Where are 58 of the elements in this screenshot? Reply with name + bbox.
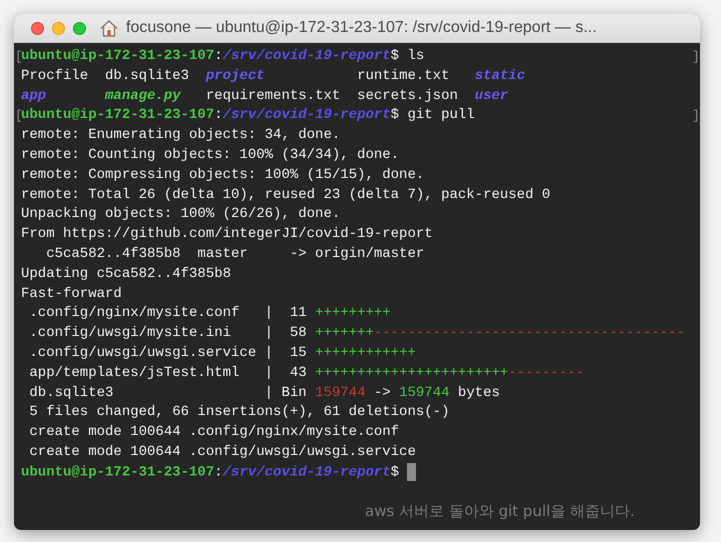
insertion-marks: +++++++++++++++++++++++ bbox=[315, 364, 508, 381]
output-text: .config/uwsgi/mysite.ini | 58 bbox=[28, 325, 308, 342]
output-text: : bbox=[214, 48, 223, 64]
window-title: focusone — ubuntu@ip-172-31-23-107: /srv/covid-19-report — s... bbox=[126, 18, 597, 38]
output-text: $ ls bbox=[390, 48, 424, 64]
output-text: create mode 100644 .config/uwsgi/uwsgi.service bbox=[28, 444, 416, 460]
output-text: create mode 100644 .config/nginx/mysite.conf bbox=[28, 424, 400, 440]
output-text: c5ca582..4f385b8 master -> origin/master bbox=[45, 246, 424, 262]
maximize-button[interactable] bbox=[73, 22, 86, 34]
directory-name: static bbox=[474, 68, 526, 84]
deletion-marks: ------------------------------------- bbox=[374, 325, 685, 342]
prompt-user: ubuntu@ip-172-31-23-107 bbox=[21, 464, 214, 480]
output-text: runtime.txt bbox=[356, 68, 450, 84]
output-text: -> bbox=[372, 384, 392, 401]
output-text: remote: Counting objects: 100% (34/34), done. bbox=[21, 146, 400, 163]
cursor bbox=[407, 462, 416, 481]
line-mark: [ bbox=[15, 49, 21, 66]
executable-name: manage.py bbox=[105, 88, 181, 104]
home-icon bbox=[100, 20, 118, 36]
insertion-marks: +++++++++ bbox=[315, 305, 391, 322]
line-mark: [ bbox=[15, 108, 21, 126]
line-mark: ] bbox=[692, 48, 700, 66]
directory-name: app bbox=[21, 88, 48, 104]
output-text: From https://github.com/integerJI/covid-19-report bbox=[21, 226, 433, 242]
output-text: .config/uwsgi/uwsgi.service | 15 bbox=[28, 344, 308, 361]
prompt-path: /srv/covid-19-report bbox=[222, 107, 391, 124]
minimize-button[interactable] bbox=[52, 22, 65, 34]
insertion-marks: ++++++++++++ bbox=[315, 344, 416, 361]
prompt-user: ubuntu@ip-172-31-23-107 bbox=[21, 107, 214, 124]
output-text: remote: Enumerating objects: 34, done. bbox=[21, 127, 340, 144]
output-text: remote: Compressing objects: 100% (15/15), done. bbox=[21, 166, 424, 183]
background-text: aws 서버로 돌아와 git pull을 해줍니다. bbox=[365, 502, 636, 522]
prompt-path: /srv/covid-19-report bbox=[222, 48, 391, 64]
output-text: Updating c5ca582..4f385b8 bbox=[21, 266, 232, 282]
prompt-user: ubuntu@ip-172-31-23-107 bbox=[21, 48, 214, 64]
output-text: app/templates/jsTest.html | 43 bbox=[28, 364, 308, 381]
output-text: .config/nginx/mysite.conf | 11 bbox=[28, 305, 308, 322]
directory-name: project bbox=[206, 68, 265, 84]
deletion-marks: --------- bbox=[508, 364, 584, 381]
output-text: bytes bbox=[456, 384, 500, 401]
output-text: 5 files changed, 66 insertions(+), 61 deletions(-) bbox=[28, 404, 450, 420]
output-text: Unpacking objects: 100% (26/26), done. bbox=[21, 206, 340, 222]
output-text: remote: Total 26 (delta 10), reused 23 (delta 7), pack-reused 0 bbox=[21, 186, 550, 203]
insertion-marks: 159744 bbox=[399, 384, 450, 401]
close-button[interactable] bbox=[31, 22, 44, 34]
output-text: Fast-forward bbox=[21, 286, 122, 302]
output-text: Procfile db.sqlite3 bbox=[21, 68, 190, 84]
insertion-marks: +++++++ bbox=[315, 325, 374, 342]
line-mark: ] bbox=[692, 107, 700, 126]
output-text: db.sqlite3 | Bin bbox=[28, 384, 308, 401]
output-text: requirements.txt secrets.json bbox=[204, 88, 459, 104]
deletion-marks: 159744 bbox=[315, 384, 366, 401]
output-text: $ git pull bbox=[390, 107, 475, 124]
output-text: : bbox=[214, 107, 223, 124]
output-text: $ bbox=[390, 464, 400, 480]
prompt-path: /srv/covid-19-report bbox=[222, 464, 391, 480]
output-text: : bbox=[214, 464, 223, 480]
directory-name: user bbox=[474, 88, 508, 104]
